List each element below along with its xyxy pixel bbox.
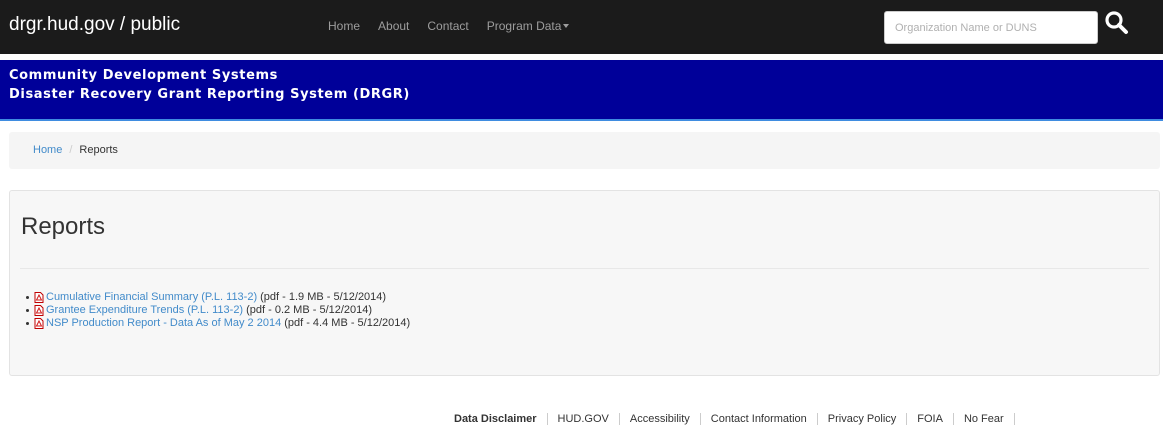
- footer-foia[interactable]: FOIA: [917, 413, 943, 425]
- footer-accessibility[interactable]: Accessibility: [630, 413, 690, 425]
- footer-contact-information[interactable]: Contact Information: [711, 413, 807, 425]
- breadcrumb-current: Reports: [79, 144, 118, 156]
- breadcrumb-home[interactable]: Home: [33, 144, 62, 156]
- footer-separator: [906, 413, 908, 425]
- list-item: NSP Production Report - Data As of May 2…: [26, 317, 410, 330]
- pdf-icon: [34, 292, 44, 303]
- search-button[interactable]: [1100, 7, 1134, 41]
- bullet: [26, 296, 29, 299]
- footer-separator: [952, 413, 954, 425]
- bullet: [26, 309, 29, 312]
- footer-privacy-policy[interactable]: Privacy Policy: [828, 413, 896, 425]
- nav-contact[interactable]: Contact: [427, 19, 468, 33]
- page-title: Reports: [21, 213, 106, 240]
- list-item: Grantee Expenditure Trends (P.L. 113-2) …: [26, 304, 410, 317]
- search-input[interactable]: [884, 11, 1098, 44]
- pdf-icon: [34, 318, 44, 329]
- site-brand[interactable]: drgr.hud.gov / public: [9, 14, 180, 36]
- footer-separator: [618, 413, 620, 425]
- report-meta: (pdf - 1.9 MB - 5/12/2014): [260, 291, 387, 303]
- list-item: Cumulative Financial Summary (P.L. 113-2…: [26, 291, 410, 304]
- search-icon: [1105, 10, 1128, 34]
- footer-no-fear[interactable]: No Fear: [964, 413, 1004, 425]
- report-link[interactable]: Cumulative Financial Summary (P.L. 113-2…: [46, 291, 257, 304]
- divider: [20, 268, 1149, 269]
- footer-links: Data Disclaimer HUD.GOV Accessibility Co…: [454, 413, 1025, 425]
- breadcrumb-separator: /: [69, 144, 73, 156]
- footer-separator: [816, 413, 818, 425]
- nav-home[interactable]: Home: [328, 19, 360, 33]
- footer-hud-gov[interactable]: HUD.GOV: [558, 413, 609, 425]
- pdf-icon: [34, 305, 44, 316]
- report-meta: (pdf - 0.2 MB - 5/12/2014): [246, 304, 373, 316]
- breadcrumb: Home / Reports: [9, 132, 1160, 169]
- footer-separator: [546, 413, 548, 425]
- top-navbar: drgr.hud.gov / public Home About Contact…: [0, 0, 1163, 54]
- report-meta: (pdf - 4.4 MB - 5/12/2014): [284, 317, 411, 329]
- banner-line-1: Community Development Systems: [9, 68, 278, 83]
- report-link[interactable]: Grantee Expenditure Trends (P.L. 113-2): [46, 304, 243, 317]
- nav-program-data[interactable]: Program Data: [487, 19, 570, 33]
- footer-separator: [1013, 413, 1015, 425]
- banner-line-2: Disaster Recovery Grant Reporting System…: [9, 87, 410, 102]
- report-list: Cumulative Financial Summary (P.L. 113-2…: [26, 291, 410, 330]
- bullet: [26, 322, 29, 325]
- nav-about[interactable]: About: [378, 19, 409, 33]
- reports-panel: Reports Cumulative Financial Summary (P.…: [9, 190, 1160, 376]
- system-banner: Community Development Systems Disaster R…: [0, 60, 1163, 121]
- nav-program-data-label: Program Data: [486, 19, 562, 33]
- nav-links: Home About Contact Program Data: [328, 19, 587, 33]
- footer-separator: [699, 413, 701, 425]
- footer-data-disclaimer[interactable]: Data Disclaimer: [454, 413, 537, 425]
- report-link[interactable]: NSP Production Report - Data As of May 2…: [46, 317, 281, 330]
- chevron-down-icon: [563, 24, 570, 28]
